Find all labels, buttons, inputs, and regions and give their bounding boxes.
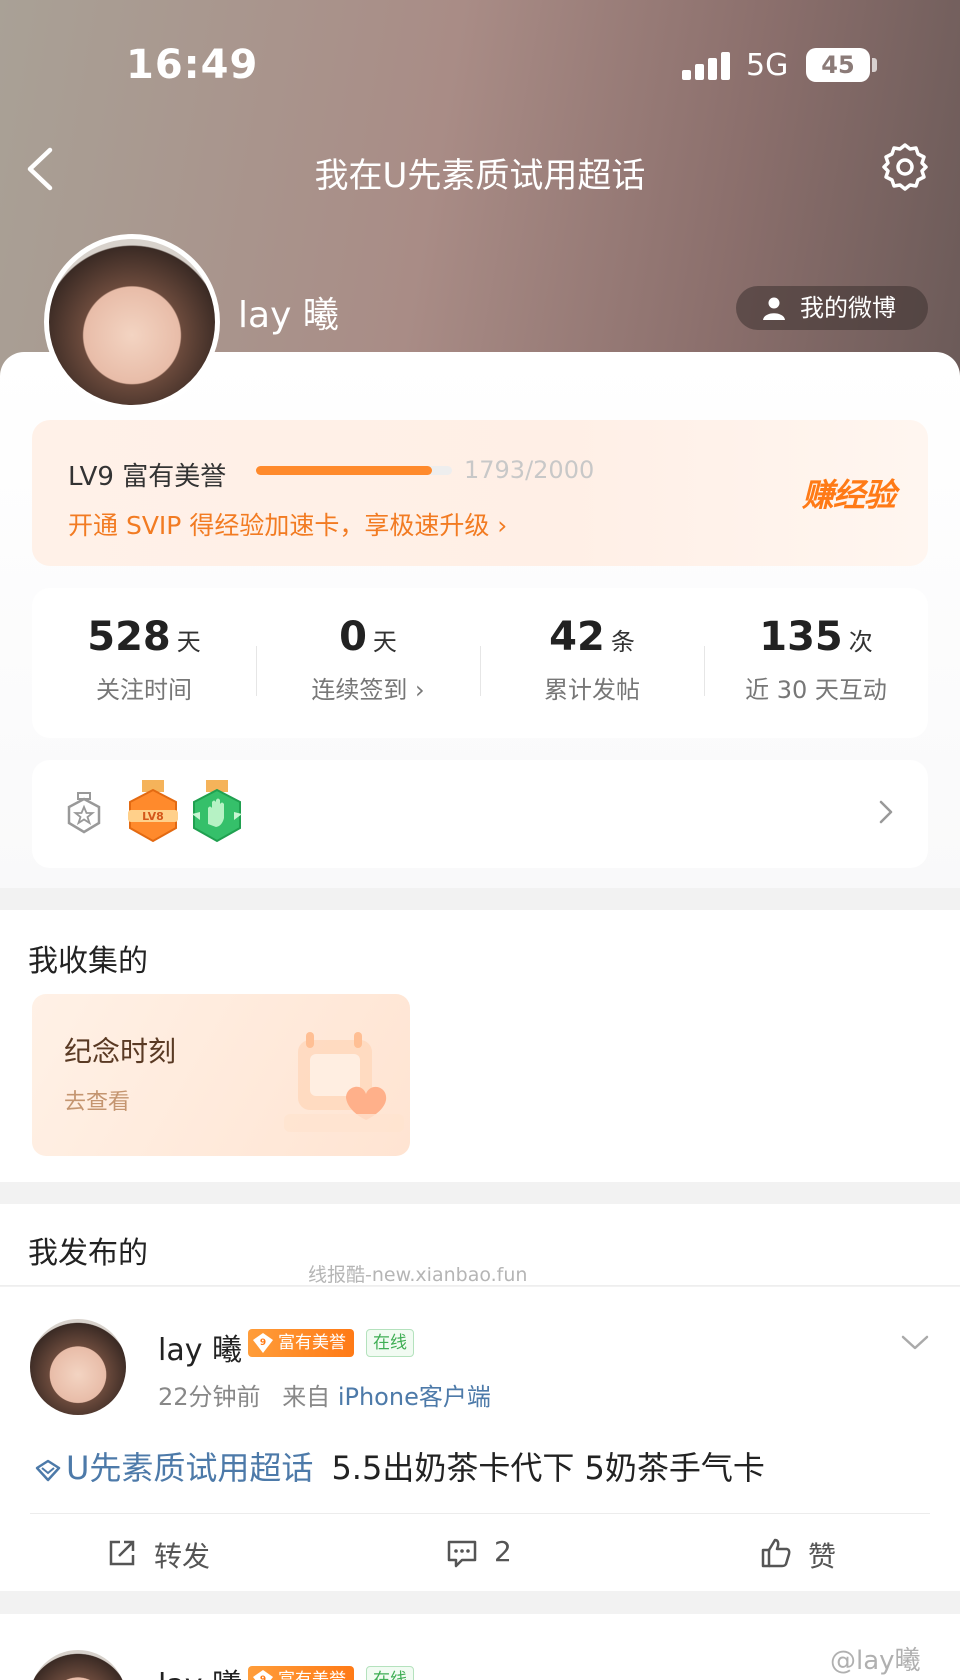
stat-interactions: 135 次 近 30 天互动 — [704, 614, 928, 705]
battery-tip — [872, 58, 877, 72]
stat-value: 0 — [339, 614, 367, 660]
svg-text:9: 9 — [260, 1675, 266, 1680]
like-label: 赞 — [808, 1540, 837, 1573]
hand-medal-icon — [192, 780, 242, 843]
topic-diamond-icon — [35, 1459, 61, 1482]
calendar-heart-icon — [284, 1032, 404, 1132]
weibo-watermark: @lay曦 — [830, 1646, 921, 1676]
svg-text:LV8: LV8 — [142, 810, 164, 823]
topic-link[interactable]: U先素质试用超话 — [34, 1449, 313, 1487]
stat-follow-days: 528 天 关注时间 — [32, 614, 256, 705]
post-divider — [30, 1513, 930, 1514]
level-progress-fill — [256, 466, 432, 475]
nav-bar: 我在U先素质试用超话 — [0, 130, 960, 210]
stat-label: 近 30 天互动 — [745, 676, 887, 704]
chevron-down-icon[interactable] — [900, 1333, 930, 1353]
svip-promo-link[interactable]: 开通 SVIP 得经验加速卡，享极速升级 › — [68, 506, 507, 542]
site-watermark: 线报酷-new.xianbao.fun — [308, 1264, 528, 1286]
svg-text:9: 9 — [260, 1338, 266, 1348]
stat-value: 42 — [549, 614, 605, 660]
published-section-header: 我发布的 线报酷-new.xianbao.fun — [0, 1204, 960, 1286]
topic-label: U先素质试用超话 — [66, 1449, 314, 1487]
collected-title: 我收集的 — [28, 944, 148, 979]
repost-label: 转发 — [154, 1540, 211, 1573]
status-bar: 16:49 5G 45 — [0, 0, 960, 130]
stat-value: 528 — [87, 614, 171, 660]
post-avatar[interactable] — [30, 1650, 126, 1680]
chevron-right-icon — [879, 800, 893, 824]
battery-icon: 45 — [806, 48, 870, 82]
post-card[interactable]: lay 曦 9 富有美誉 在线 — [0, 1614, 960, 1680]
comment-count: 2 — [494, 1535, 512, 1568]
fame-badge-label: 富有美誉 — [278, 1670, 346, 1680]
page-title: 我在U先素质试用超话 — [314, 156, 646, 196]
level-box[interactable]: LV9 富有美誉 1793/2000 开通 SVIP 得经验加速卡，享极速升级 … — [32, 420, 928, 566]
post-card[interactable]: lay 曦 9 富有美誉 在线 22分钟前 来自 iPhone客户端 U先素质试… — [0, 1287, 960, 1591]
level-label: LV9 富有美誉 — [68, 462, 227, 492]
medal-row[interactable]: LV8 — [32, 760, 928, 868]
level-progress-text: 1793/2000 — [464, 456, 595, 484]
stat-label: 关注时间 — [96, 676, 192, 704]
stat-label: 连续签到 › — [311, 676, 425, 704]
stat-unit: 天 — [372, 628, 397, 656]
post-source-prefix: 来自 — [282, 1383, 331, 1411]
fame-badge: 9 富有美誉 — [248, 1666, 354, 1680]
my-weibo-label: 我的微博 — [800, 294, 896, 322]
repost-icon — [109, 1540, 135, 1566]
profile-card: LV9 富有美誉 1793/2000 开通 SVIP 得经验加速卡，享极速升级 … — [0, 352, 960, 888]
comment-icon — [447, 1540, 477, 1568]
stat-posts: 42 条 累计发帖 — [480, 614, 704, 705]
post-author[interactable]: lay 曦 — [158, 1660, 242, 1680]
repost-button[interactable]: 转发 — [106, 1535, 210, 1575]
earn-exp-button[interactable]: 赚经验 — [802, 470, 896, 516]
stat-unit: 条 — [610, 628, 635, 656]
post-time: 22分钟前 — [158, 1383, 261, 1411]
comment-button[interactable]: 2 — [446, 1535, 512, 1568]
post-content: U先素质试用超话 5.5出奶茶卡代下 5奶茶手气卡 — [34, 1443, 765, 1489]
post-client: iPhone客户端 — [337, 1383, 491, 1411]
signal-icon — [682, 52, 730, 80]
stats-panel: 528 天 关注时间 0天 连续签到 › 42 条 累计发帖 135 次 近 30 天… — [32, 588, 928, 738]
online-badge: 在线 — [366, 1666, 414, 1680]
level-progress-bar — [256, 466, 452, 475]
stat-checkin-streak[interactable]: 0天 连续签到 › — [256, 614, 480, 705]
post-author[interactable]: lay 曦 — [158, 1325, 242, 1369]
avatar[interactable] — [44, 234, 220, 410]
gear-icon[interactable] — [878, 140, 932, 194]
status-time: 16:49 — [126, 42, 259, 88]
level-diamond-icon: 9 — [253, 1670, 273, 1680]
medal-outline-icon — [67, 792, 101, 834]
user-name: lay 曦 — [238, 295, 339, 336]
stat-unit: 次 — [848, 628, 873, 656]
stat-value: 135 — [759, 614, 843, 660]
online-badge: 在线 — [366, 1329, 414, 1357]
lv8-medal-icon: LV8 — [128, 780, 178, 843]
published-title: 我发布的 — [28, 1236, 148, 1271]
memory-card-title: 纪念时刻 — [64, 1035, 177, 1068]
post-meta: 22分钟前 来自 iPhone客户端 — [158, 1377, 491, 1412]
collected-section: 我收集的 纪念时刻 去查看 — [0, 910, 960, 1182]
like-button[interactable]: 赞 — [760, 1535, 836, 1575]
my-weibo-button[interactable]: 我的微博 — [736, 286, 928, 330]
memory-card[interactable]: 纪念时刻 去查看 — [32, 994, 410, 1156]
fame-badge-label: 富有美誉 — [278, 1333, 346, 1353]
thumbs-up-icon — [761, 1538, 791, 1568]
level-diamond-icon: 9 — [253, 1333, 273, 1353]
stat-label: 累计发帖 — [544, 676, 640, 704]
post-body: 5.5出奶茶卡代下 5奶茶手气卡 — [331, 1449, 765, 1487]
stat-unit: 天 — [176, 628, 201, 656]
memory-card-link: 去查看 — [64, 1090, 131, 1115]
person-icon — [763, 297, 785, 320]
fame-badge: 9 富有美誉 — [248, 1329, 354, 1357]
network-type: 5G — [746, 48, 789, 83]
post-avatar[interactable] — [30, 1319, 126, 1415]
